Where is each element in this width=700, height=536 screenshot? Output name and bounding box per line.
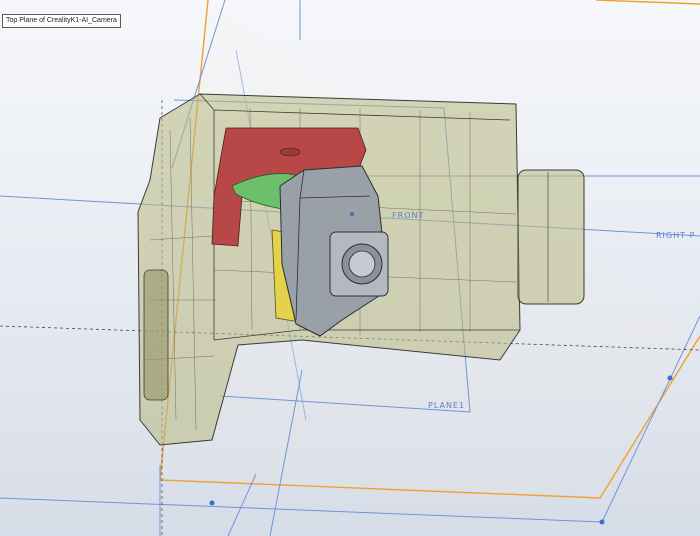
hover-tooltip: Top Plane of CrealityK1-AI_Camera [2, 14, 121, 28]
front-plane-label[interactable]: FRONT [392, 211, 424, 220]
plane1-label[interactable]: PLANE1 [428, 401, 465, 410]
model-scene[interactable]: PLANE1 RIGHT P FRONT [0, 0, 700, 536]
right-plane-label[interactable]: RIGHT P [656, 231, 695, 240]
graphics-viewport[interactable]: PLANE1 RIGHT P FRONT Top Plane of Creali… [0, 0, 700, 536]
edge-point-icon[interactable] [667, 375, 673, 381]
side-tab[interactable] [143, 269, 169, 401]
mount-knob[interactable] [517, 169, 585, 305]
corner-point-icon[interactable] [599, 519, 605, 525]
center-point-icon[interactable] [350, 212, 354, 216]
origin-point-icon[interactable] [209, 500, 215, 506]
lens-icon [348, 250, 376, 278]
screw-hole-icon [279, 147, 301, 157]
